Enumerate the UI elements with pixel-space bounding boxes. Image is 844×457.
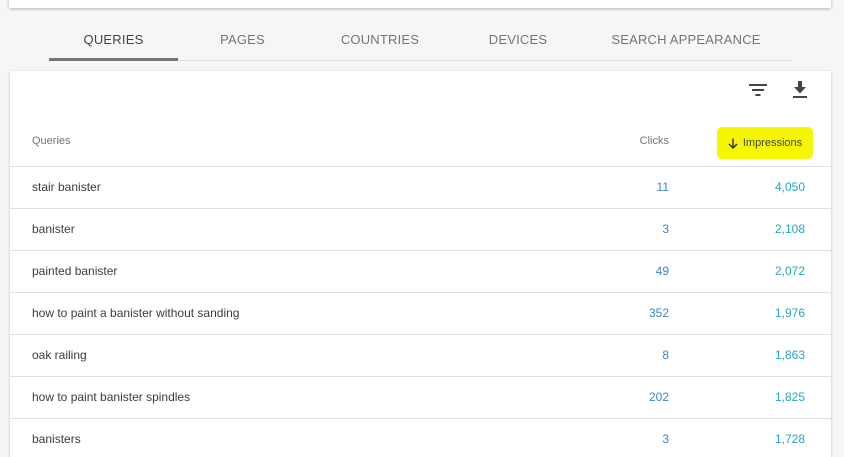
- impressions-cell: 1,728: [774, 432, 805, 446]
- table-row[interactable]: banisters 3 1,728: [10, 419, 831, 457]
- dimension-tabs: QUERIES PAGES COUNTRIES DEVICES SEARCH A…: [49, 22, 792, 61]
- table-row[interactable]: oak railing 8 1,863: [10, 335, 831, 377]
- queries-table-card: Queries Clicks Impressions stair baniste…: [10, 71, 831, 457]
- tab-queries[interactable]: QUERIES: [49, 22, 178, 61]
- clicks-cell: 3: [662, 432, 669, 446]
- impressions-header-label: Impressions: [742, 137, 803, 149]
- table-header-row: Queries Clicks Impressions: [10, 125, 831, 167]
- download-button[interactable]: [787, 77, 813, 103]
- filter-button[interactable]: [745, 77, 771, 103]
- query-cell: stair banister: [32, 180, 101, 194]
- clicks-cell: 8: [662, 348, 669, 362]
- table-row[interactable]: how to paint a banister without sanding …: [10, 293, 831, 335]
- query-cell: oak railing: [32, 348, 87, 362]
- download-icon: [793, 81, 807, 98]
- column-header-impressions[interactable]: Impressions: [717, 127, 813, 159]
- active-tab-indicator: [49, 58, 178, 61]
- tab-countries[interactable]: COUNTRIES: [315, 22, 445, 61]
- query-cell: banisters: [32, 432, 81, 446]
- clicks-cell: 49: [655, 264, 669, 278]
- impressions-cell: 1,825: [774, 390, 805, 404]
- top-summary-card: [9, 0, 831, 8]
- filter-list-icon: [749, 84, 767, 96]
- query-cell: how to paint banister spindles: [32, 390, 191, 404]
- clicks-cell: 202: [648, 390, 669, 404]
- table-row[interactable]: stair banister 11 4,050: [10, 167, 831, 209]
- table-row[interactable]: painted banister 49 2,072: [10, 251, 831, 293]
- query-cell: how to paint a banister without sanding: [32, 306, 240, 320]
- arrow-down-icon: [728, 138, 738, 149]
- clicks-cell: 3: [662, 222, 669, 236]
- tab-pages[interactable]: PAGES: [178, 22, 307, 61]
- tab-devices[interactable]: DEVICES: [453, 22, 583, 61]
- impressions-cell: 2,108: [774, 222, 805, 236]
- impressions-cell: 1,976: [774, 306, 805, 320]
- table-row[interactable]: how to paint banister spindles 202 1,825: [10, 377, 831, 419]
- query-cell: painted banister: [32, 264, 118, 278]
- clicks-cell: 352: [648, 306, 669, 320]
- impressions-cell: 1,863: [774, 348, 805, 362]
- tab-search-appearance[interactable]: SEARCH APPEARANCE: [601, 22, 771, 61]
- table-row[interactable]: banister 3 2,108: [10, 209, 831, 251]
- query-cell: banister: [32, 222, 75, 236]
- column-header-queries[interactable]: Queries: [32, 135, 71, 147]
- impressions-cell: 4,050: [774, 180, 805, 194]
- impressions-cell: 2,072: [774, 264, 805, 278]
- column-header-clicks[interactable]: Clicks: [640, 135, 669, 147]
- clicks-cell: 11: [656, 180, 669, 194]
